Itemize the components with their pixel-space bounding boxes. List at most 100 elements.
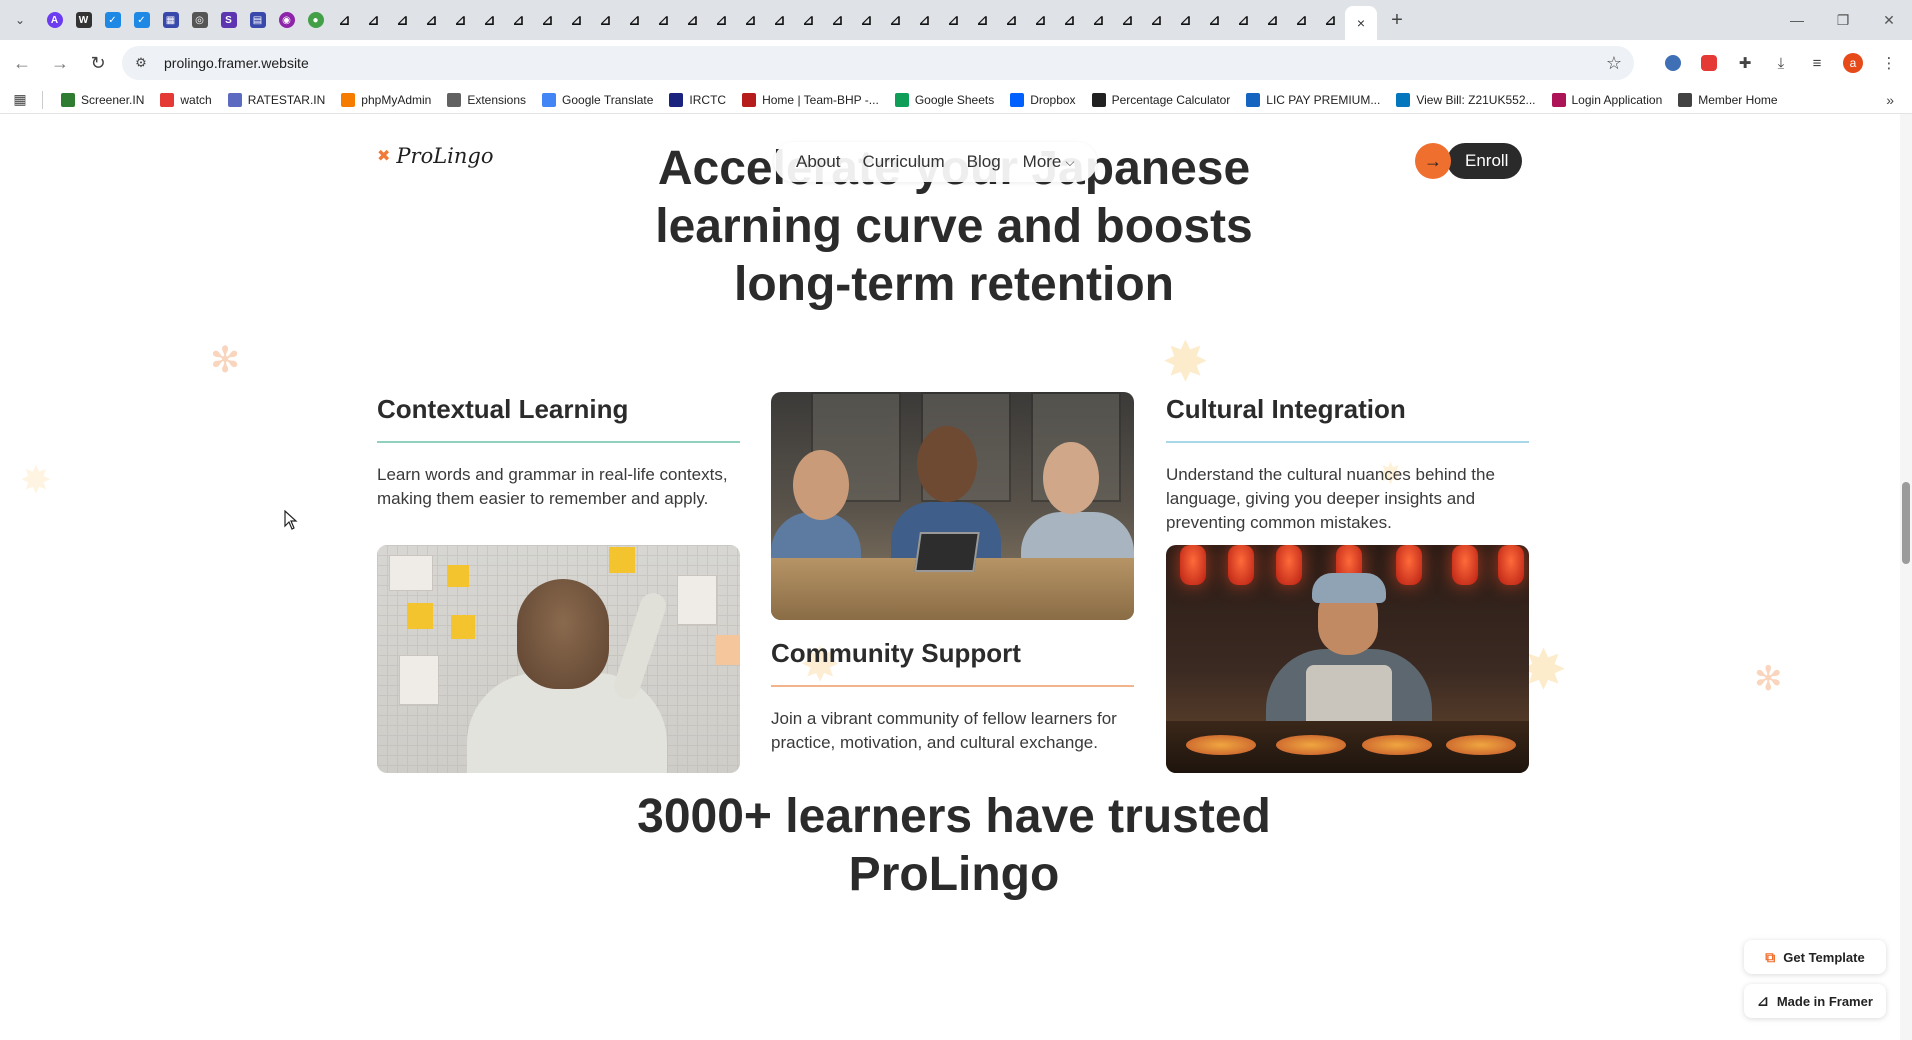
reload-icon[interactable]: ↻ bbox=[82, 47, 114, 79]
tab[interactable]: ⊿ bbox=[330, 5, 359, 35]
bookmark-item[interactable]: phpMyAdmin bbox=[333, 92, 439, 107]
bookmark-item[interactable]: Google Sheets bbox=[887, 92, 1002, 107]
bookmark-item[interactable]: Member Home bbox=[1670, 92, 1785, 107]
tab[interactable]: ⊿ bbox=[910, 5, 939, 35]
tab[interactable]: ⊿ bbox=[417, 5, 446, 35]
framer-favicon-icon: ⊿ bbox=[947, 11, 960, 28]
media-control-icon[interactable]: ≡ bbox=[1802, 48, 1832, 78]
tab[interactable]: ⊿ bbox=[794, 5, 823, 35]
bookmark-item[interactable]: Extensions bbox=[439, 92, 534, 107]
restore-icon[interactable]: ❐ bbox=[1820, 0, 1866, 40]
tab[interactable]: ⊿ bbox=[1200, 5, 1229, 35]
new-tab-button[interactable]: + bbox=[1383, 6, 1411, 34]
tab[interactable]: ⊿ bbox=[1113, 5, 1142, 35]
active-tab[interactable]: × bbox=[1345, 6, 1377, 40]
tab[interactable]: ⊿ bbox=[1084, 5, 1113, 35]
scrollbar-thumb[interactable] bbox=[1902, 482, 1910, 564]
framer-favicon-icon: ⊿ bbox=[860, 11, 873, 28]
bookmark-item[interactable]: Percentage Calculator bbox=[1084, 92, 1239, 107]
tab[interactable]: ⊿ bbox=[562, 5, 591, 35]
tab[interactable]: ✓ bbox=[127, 5, 156, 35]
bookmark-item[interactable]: Dropbox bbox=[1002, 92, 1083, 107]
site-info-icon[interactable]: ⚙ bbox=[130, 52, 152, 74]
extension-shield-icon[interactable] bbox=[1694, 48, 1724, 78]
tab[interactable]: ⊿ bbox=[997, 5, 1026, 35]
tab[interactable]: ⊿ bbox=[446, 5, 475, 35]
bookmark-item[interactable]: View Bill: Z21UK552... bbox=[1388, 92, 1543, 107]
tab[interactable]: ⊿ bbox=[1229, 5, 1258, 35]
bookmark-item[interactable]: RATESTAR.IN bbox=[220, 92, 334, 107]
enroll-cta[interactable]: → Enroll bbox=[1415, 143, 1523, 179]
site-logo[interactable]: ✖ ProLingo bbox=[377, 144, 494, 168]
tab[interactable]: ⊿ bbox=[591, 5, 620, 35]
tab[interactable]: ⊿ bbox=[823, 5, 852, 35]
bookmark-item[interactable]: LIC PAY PREMIUM... bbox=[1238, 92, 1388, 107]
nav-blog-link[interactable]: Blog bbox=[967, 152, 1001, 172]
tab[interactable]: ⊿ bbox=[1316, 5, 1345, 35]
made-in-framer-badge[interactable]: ⊿ Made in Framer bbox=[1744, 984, 1886, 1018]
bookmark-item[interactable]: Screener.IN bbox=[53, 92, 152, 107]
tab[interactable]: ⊿ bbox=[649, 5, 678, 35]
back-arrow-icon[interactable]: ← bbox=[6, 47, 38, 79]
menu-kebab-icon[interactable]: ⋮ bbox=[1874, 48, 1904, 78]
tab[interactable]: ⊿ bbox=[881, 5, 910, 35]
tab[interactable]: ⊿ bbox=[1171, 5, 1200, 35]
url-text[interactable]: prolingo.framer.website bbox=[164, 55, 309, 71]
tab[interactable]: ⊿ bbox=[533, 5, 562, 35]
arrow-right-icon[interactable]: → bbox=[1415, 143, 1451, 179]
framer-favicon-icon: ⊿ bbox=[1034, 11, 1047, 28]
tab[interactable]: ⊿ bbox=[736, 5, 765, 35]
tab[interactable]: S bbox=[214, 5, 243, 35]
tab[interactable]: ⊿ bbox=[1258, 5, 1287, 35]
page-scrollbar[interactable] bbox=[1900, 114, 1912, 1040]
bookmark-item[interactable]: IRCTC bbox=[661, 92, 734, 107]
bookmark-item[interactable]: Google Translate bbox=[534, 92, 661, 107]
address-bar[interactable]: ⚙ prolingo.framer.website ☆ bbox=[122, 46, 1634, 80]
tab[interactable]: W bbox=[69, 5, 98, 35]
tab[interactable]: ⊿ bbox=[1287, 5, 1316, 35]
bookmark-item[interactable]: watch bbox=[152, 92, 219, 107]
tab[interactable]: ⊿ bbox=[968, 5, 997, 35]
tab[interactable]: ⊿ bbox=[1055, 5, 1084, 35]
bookmarks-overflow-icon[interactable]: » bbox=[1886, 92, 1894, 108]
bookmark-star-icon[interactable]: ☆ bbox=[1606, 53, 1622, 74]
tab[interactable]: ⊿ bbox=[1142, 5, 1171, 35]
tab[interactable]: ◉ bbox=[272, 5, 301, 35]
tab[interactable]: ⊿ bbox=[678, 5, 707, 35]
bookmark-item[interactable]: Login Application bbox=[1544, 92, 1671, 107]
tab[interactable]: ⊿ bbox=[707, 5, 736, 35]
tab[interactable]: ◎ bbox=[185, 5, 214, 35]
tab[interactable]: ⊿ bbox=[388, 5, 417, 35]
tab[interactable]: A bbox=[40, 5, 69, 35]
tab[interactable]: ⊿ bbox=[620, 5, 649, 35]
tab[interactable]: ⊿ bbox=[1026, 5, 1055, 35]
tab[interactable]: ⊿ bbox=[504, 5, 533, 35]
tab[interactable]: ● bbox=[301, 5, 330, 35]
tab-search-chevron-icon[interactable]: ⌄ bbox=[6, 6, 34, 34]
nav-about-link[interactable]: About bbox=[796, 152, 840, 172]
extension-icon[interactable] bbox=[1658, 48, 1688, 78]
feature-contextual-learning: Contextual Learning Learn words and gram… bbox=[377, 394, 740, 511]
minimize-icon[interactable]: — bbox=[1774, 0, 1820, 40]
close-tab-icon[interactable]: × bbox=[1357, 15, 1365, 31]
get-template-button[interactable]: ⧉ Get Template bbox=[1744, 940, 1886, 974]
extensions-puzzle-icon[interactable]: ✚ bbox=[1730, 48, 1760, 78]
tab[interactable]: ⊿ bbox=[765, 5, 794, 35]
download-icon[interactable]: ⤓ bbox=[1766, 48, 1796, 78]
tab[interactable]: ⊿ bbox=[475, 5, 504, 35]
bookmark-item[interactable]: Home | Team-BHP -... bbox=[734, 92, 887, 107]
tab[interactable]: ⊿ bbox=[359, 5, 388, 35]
nav-more-dropdown[interactable]: More ⌵ bbox=[1023, 152, 1075, 172]
framer-favicon-icon: ⊿ bbox=[1179, 11, 1192, 28]
nav-curriculum-link[interactable]: Curriculum bbox=[862, 152, 944, 172]
profile-avatar[interactable]: a bbox=[1838, 48, 1868, 78]
tab[interactable]: ⊿ bbox=[939, 5, 968, 35]
tab[interactable]: ⊿ bbox=[852, 5, 881, 35]
tab[interactable]: ▤ bbox=[243, 5, 272, 35]
close-window-icon[interactable]: ✕ bbox=[1866, 0, 1912, 40]
enroll-button[interactable]: Enroll bbox=[1447, 143, 1523, 179]
forward-arrow-icon[interactable]: → bbox=[44, 47, 76, 79]
tab[interactable]: ✓ bbox=[98, 5, 127, 35]
apps-grid-icon[interactable]: ▦ bbox=[6, 88, 34, 112]
tab[interactable]: ▦ bbox=[156, 5, 185, 35]
